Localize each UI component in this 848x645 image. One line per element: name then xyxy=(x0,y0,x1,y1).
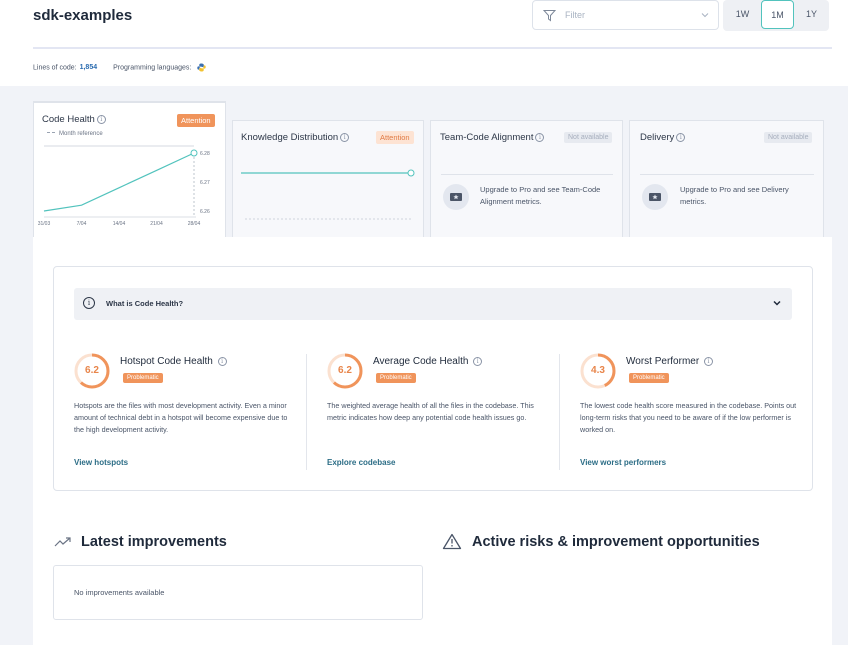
code-health-chart: 6.28 6.27 6.26 31/03 7/04 14/04 21/04 28/04 xyxy=(38,145,210,227)
problematic-badge: Problematic xyxy=(123,373,163,383)
python-icon xyxy=(197,63,206,72)
knowledge-distribution-card[interactable]: Knowledge Distribution i Attention xyxy=(232,120,424,238)
series-line xyxy=(43,152,195,212)
lines-of-code-label: Lines of code: xyxy=(33,64,77,72)
average-code-health-metric: 6.2 Average Code Health i Problematic Th… xyxy=(327,353,557,473)
score-value: 4.3 xyxy=(591,365,605,376)
y-tick-label: 6.26 xyxy=(200,209,210,215)
y-tick-label: 6.27 xyxy=(200,180,210,186)
card-title: Knowledge Distribution i xyxy=(241,132,350,143)
score-value: 6.2 xyxy=(338,365,352,376)
worst-performer-metric: 4.3 Worst Performer i Problematic The lo… xyxy=(580,353,810,473)
header-divider xyxy=(33,47,832,49)
explore-codebase-link[interactable]: Explore codebase xyxy=(327,458,395,467)
upgrade-text: Upgrade to Pro and see Team-Code Alignme… xyxy=(480,185,601,206)
chevron-down-icon xyxy=(701,13,709,18)
metric-description: The lowest code health score measured in… xyxy=(580,401,797,434)
x-tick-label: 21/04 xyxy=(150,221,163,227)
metric-title: Worst Performer i xyxy=(626,356,713,367)
languages-label: Programming languages: xyxy=(113,64,192,72)
ticket-icon xyxy=(642,184,668,210)
hotspot-code-health-metric: 6.2 Hotspot Code Health i Problematic Ho… xyxy=(74,353,304,473)
latest-improvements-title: Latest improvements xyxy=(81,534,227,550)
chevron-down-icon[interactable] xyxy=(771,297,783,309)
upgrade-text: Upgrade to Pro and see Delivery metrics. xyxy=(680,185,789,206)
score-value: 6.2 xyxy=(85,365,99,376)
x-tick-label: 28/04 xyxy=(188,221,201,227)
period-1w-button[interactable]: 1W xyxy=(726,0,759,29)
info-icon[interactable]: i xyxy=(96,115,106,124)
period-1y-button[interactable]: 1Y xyxy=(795,0,828,29)
x-tick-label: 14/04 xyxy=(113,221,126,227)
what-is-code-health-label: What is Code Health? xyxy=(106,299,184,308)
filter-icon xyxy=(543,10,556,22)
team-code-alignment-card[interactable]: Team-Code Alignment i Not available Upgra… xyxy=(430,120,623,238)
project-meta: Lines of code: 1,854 Programming languages… xyxy=(33,63,206,72)
code-health-card[interactable]: Code Health i Attention Month reference 6… xyxy=(33,101,226,238)
info-icon[interactable]: i xyxy=(340,133,350,142)
not-available-badge: Not available xyxy=(564,132,613,143)
what-is-code-health-accordion[interactable]: i What is Code Health? xyxy=(74,288,792,320)
top-bar: sdk-examples Filter 1W 1M 1Y Lines of co… xyxy=(0,0,848,86)
not-available-badge: Not available xyxy=(764,132,813,143)
info-icon: i xyxy=(83,297,95,309)
view-worst-performers-link[interactable]: View worst performers xyxy=(580,458,666,467)
metric-title: Average Code Health i xyxy=(373,356,483,367)
knowledge-distribution-sparkline xyxy=(241,169,415,220)
warning-icon xyxy=(442,533,462,550)
trending-up-icon xyxy=(54,537,71,547)
period-1m-button[interactable]: 1M xyxy=(761,0,794,29)
x-tick-label: 31/03 xyxy=(38,221,51,227)
attention-badge: Attention xyxy=(376,131,414,144)
no-improvements-text: No improvements available xyxy=(74,588,165,597)
filter-placeholder: Filter xyxy=(565,10,585,20)
data-point xyxy=(190,149,198,157)
card-title: Delivery i xyxy=(640,132,686,143)
card-title: Code Health i xyxy=(42,114,106,125)
info-icon[interactable]: i xyxy=(535,133,545,142)
problematic-badge: Problematic xyxy=(629,373,669,383)
filter-dropdown[interactable]: Filter xyxy=(532,0,719,30)
y-tick-label: 6.28 xyxy=(200,151,210,157)
view-hotspots-link[interactable]: View hotspots xyxy=(74,458,128,467)
metric-description: Hotspots are the files with most develop… xyxy=(74,401,288,434)
metric-title: Hotspot Code Health i xyxy=(120,356,227,367)
info-icon[interactable]: i xyxy=(473,357,483,366)
chart-legend: Month reference xyxy=(47,131,103,137)
problematic-badge: Problematic xyxy=(376,373,416,383)
column-divider xyxy=(306,354,307,470)
lines-of-code-value: 1,854 xyxy=(79,64,98,72)
info-icon[interactable]: i xyxy=(676,133,686,142)
column-divider xyxy=(559,354,560,470)
ticket-icon xyxy=(443,184,469,210)
metric-description: The weighted average health of all the f… xyxy=(327,401,534,422)
attention-badge: Attention xyxy=(177,114,215,127)
info-icon[interactable]: i xyxy=(703,357,713,366)
card-title: Team-Code Alignment i xyxy=(440,132,545,143)
project-title: sdk-examples xyxy=(33,7,133,24)
delivery-card[interactable]: Delivery i Not available Upgrade to Pro a… xyxy=(629,120,824,238)
active-risks-title: Active risks & improvement opportunities xyxy=(472,534,760,550)
period-selector: 1W 1M 1Y xyxy=(723,0,829,31)
x-tick-label: 7/04 xyxy=(77,221,87,227)
improvements-list: No improvements available xyxy=(53,565,423,620)
info-icon[interactable]: i xyxy=(217,357,227,366)
